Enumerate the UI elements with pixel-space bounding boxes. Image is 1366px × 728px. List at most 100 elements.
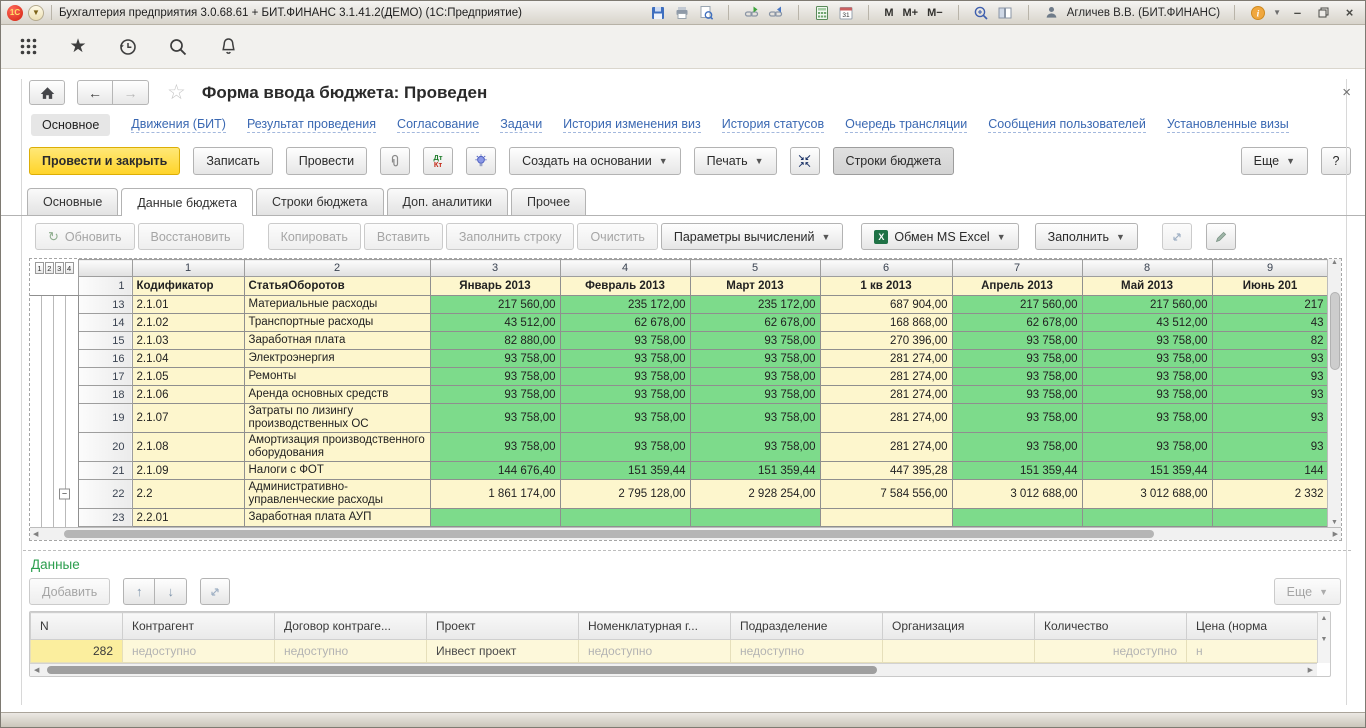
- scroll-left-icon[interactable]: ◀: [33, 530, 38, 538]
- column-number[interactable]: 3: [430, 260, 560, 277]
- value-cell[interactable]: 235 172,00: [560, 296, 690, 314]
- value-cell[interactable]: 43: [1212, 314, 1328, 332]
- value-cell[interactable]: 447 395,28: [820, 462, 952, 480]
- home-button[interactable]: [29, 80, 65, 105]
- print-icon[interactable]: [673, 4, 690, 21]
- code-cell[interactable]: 2.1.05: [132, 368, 244, 386]
- resize-form-button[interactable]: [1162, 223, 1192, 250]
- value-cell[interactable]: [560, 509, 690, 527]
- save-icon[interactable]: [649, 4, 666, 21]
- nav-link[interactable]: Движения (БИТ): [131, 117, 226, 133]
- value-cell[interactable]: 93: [1212, 350, 1328, 368]
- code-cell[interactable]: 2.1.04: [132, 350, 244, 368]
- grid-header-cell[interactable]: СтатьяОборотов: [244, 277, 430, 296]
- row-number[interactable]: 14: [78, 314, 132, 332]
- value-cell[interactable]: 270 396,00: [820, 332, 952, 350]
- get-link-icon[interactable]: [767, 4, 784, 21]
- value-cell[interactable]: 93 758,00: [690, 404, 820, 433]
- value-cell[interactable]: 93 758,00: [952, 332, 1082, 350]
- value-cell[interactable]: 217 560,00: [952, 296, 1082, 314]
- group-level-button[interactable]: 3: [55, 262, 64, 274]
- value-cell[interactable]: 281 274,00: [820, 404, 952, 433]
- value-cell[interactable]: 93 758,00: [952, 404, 1082, 433]
- hint-bulb-button[interactable]: [466, 147, 496, 175]
- scroll-up-icon[interactable]: ▲: [1331, 259, 1338, 266]
- value-cell[interactable]: 2 332: [1212, 480, 1328, 509]
- excel-exchange-button[interactable]: XОбмен MS Excel▼: [861, 223, 1018, 250]
- grid-header-cell[interactable]: Февраль 2013: [560, 277, 690, 296]
- scroll-right-icon[interactable]: ▶: [1333, 530, 1338, 538]
- print-menu-button[interactable]: Печать▼: [694, 147, 777, 175]
- row-number[interactable]: 20: [78, 433, 132, 462]
- value-cell[interactable]: 93 758,00: [560, 404, 690, 433]
- search-icon[interactable]: [167, 36, 189, 58]
- copy-button[interactable]: Копировать: [268, 223, 361, 250]
- grid-header-cell[interactable]: Кодификатор: [132, 277, 244, 296]
- create-based-on-button[interactable]: Создать на основании▼: [509, 147, 681, 175]
- row-number[interactable]: 23: [78, 509, 132, 527]
- grid-header-cell[interactable]: 1 кв 2013: [820, 277, 952, 296]
- tab-1[interactable]: Основные: [27, 188, 118, 215]
- nav-link[interactable]: Задачи: [500, 117, 542, 133]
- data-header-cell[interactable]: Проект: [427, 613, 579, 640]
- system-menu-button[interactable]: ▼: [28, 5, 44, 21]
- collapse-group-icon[interactable]: −: [59, 489, 70, 500]
- form-close-icon[interactable]: ×: [1342, 87, 1351, 99]
- value-cell[interactable]: 62 678,00: [952, 314, 1082, 332]
- forward-button[interactable]: →: [113, 80, 149, 105]
- move-up-button[interactable]: ↑: [123, 578, 155, 605]
- value-cell[interactable]: 1 861 174,00: [430, 480, 560, 509]
- move-down-button[interactable]: ↓: [155, 578, 187, 605]
- value-cell[interactable]: [820, 509, 952, 527]
- code-cell[interactable]: 2.1.07: [132, 404, 244, 433]
- grid-header-cell[interactable]: Июнь 201: [1212, 277, 1328, 296]
- value-cell[interactable]: 281 274,00: [820, 386, 952, 404]
- vertical-scrollbar[interactable]: ▲ ▼: [1327, 259, 1341, 527]
- value-cell[interactable]: 151 359,44: [952, 462, 1082, 480]
- data-header-cell[interactable]: Количество: [1035, 613, 1187, 640]
- code-cell[interactable]: 2.2: [132, 480, 244, 509]
- value-cell[interactable]: 82: [1212, 332, 1328, 350]
- value-cell[interactable]: 687 904,00: [820, 296, 952, 314]
- code-cell[interactable]: 2.1.06: [132, 386, 244, 404]
- scroll-up-icon[interactable]: ▲: [1321, 615, 1328, 622]
- group-level-button[interactable]: 1: [35, 262, 44, 274]
- code-cell[interactable]: 2.1.08: [132, 433, 244, 462]
- tab-4[interactable]: Доп. аналитики: [387, 188, 509, 215]
- nav-link[interactable]: Сообщения пользователей: [988, 117, 1146, 133]
- value-cell[interactable]: 93 758,00: [1082, 368, 1212, 386]
- code-cell[interactable]: 2.2.01: [132, 509, 244, 527]
- value-cell[interactable]: 2 928 254,00: [690, 480, 820, 509]
- nav-link[interactable]: История изменения виз: [563, 117, 701, 133]
- value-cell[interactable]: 93 758,00: [560, 332, 690, 350]
- value-cell[interactable]: 217: [1212, 296, 1328, 314]
- column-number[interactable]: 8: [1082, 260, 1212, 277]
- value-cell[interactable]: 93 758,00: [690, 368, 820, 386]
- value-cell[interactable]: 151 359,44: [1082, 462, 1212, 480]
- code-cell[interactable]: 2.1.09: [132, 462, 244, 480]
- data-cell[interactable]: недоступно: [1035, 640, 1187, 663]
- horizontal-scroll-thumb[interactable]: [64, 530, 1154, 538]
- value-cell[interactable]: 93 758,00: [952, 368, 1082, 386]
- favorites-icon[interactable]: ★: [67, 36, 89, 58]
- code-cell[interactable]: 2.1.03: [132, 332, 244, 350]
- restore-button[interactable]: [1314, 5, 1333, 21]
- info-caret-icon[interactable]: ▼: [1273, 8, 1281, 17]
- resize-data-button[interactable]: [200, 578, 230, 605]
- data-cell[interactable]: недоступно: [579, 640, 731, 663]
- more-button[interactable]: Еще▼: [1241, 147, 1308, 175]
- data-cell[interactable]: Инвест проект: [427, 640, 579, 663]
- value-cell[interactable]: 93 758,00: [690, 433, 820, 462]
- value-cell[interactable]: 168 868,00: [820, 314, 952, 332]
- article-cell[interactable]: Заработная плата: [244, 332, 430, 350]
- nav-link[interactable]: Очередь трансляции: [845, 117, 967, 133]
- calc-params-button[interactable]: Параметры вычислений▼: [661, 223, 844, 250]
- restore-button[interactable]: Восстановить: [138, 223, 244, 250]
- value-cell[interactable]: 93 758,00: [952, 386, 1082, 404]
- article-cell[interactable]: Заработная плата АУП: [244, 509, 430, 527]
- value-cell[interactable]: 2 795 128,00: [560, 480, 690, 509]
- split-view-icon[interactable]: [997, 4, 1014, 21]
- refresh-button[interactable]: ↻Обновить: [35, 223, 135, 250]
- value-cell[interactable]: 93 758,00: [1082, 332, 1212, 350]
- fill-row-button[interactable]: Заполнить строку: [446, 223, 575, 250]
